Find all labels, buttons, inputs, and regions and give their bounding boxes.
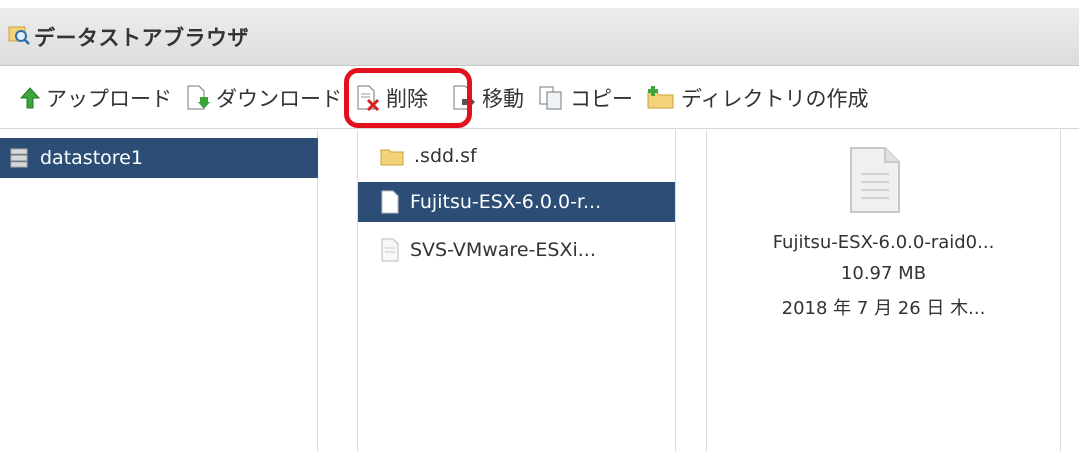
copy-label: コピー xyxy=(570,86,633,111)
file-list: .sdd.sf Fujitsu-ESX-6.0.0-r... SVS-VMwar… xyxy=(357,130,676,452)
datastore-item[interactable]: datastore1 xyxy=(0,138,318,178)
datastore-icon xyxy=(10,148,28,168)
download-icon xyxy=(187,85,210,109)
toolbar: アップロード ダウンロード 削除 移動 コピー ディレクトリの作成 xyxy=(0,67,1079,129)
delete-label: 削除 xyxy=(386,86,428,111)
list-item[interactable]: SVS-VMware-ESXi... xyxy=(358,230,675,270)
preview-file-name: Fujitsu-ESX-6.0.0-raid0... xyxy=(772,232,995,253)
preview-file-date: 2018 年 7 月 26 日 木... xyxy=(781,298,986,319)
file-name: Fujitsu-ESX-6.0.0-r... xyxy=(410,191,602,213)
upload-button[interactable]: アップロード xyxy=(20,78,172,118)
move-file-icon xyxy=(453,85,475,109)
list-item[interactable]: .sdd.sf xyxy=(358,136,675,176)
file-name: .sdd.sf xyxy=(414,145,477,167)
list-item[interactable]: Fujitsu-ESX-6.0.0-r... xyxy=(358,182,675,222)
preview-pane: Fujitsu-ESX-6.0.0-raid0... 10.97 MB 2018… xyxy=(706,130,1061,452)
file-icon xyxy=(381,238,399,262)
new-folder-icon xyxy=(647,85,674,108)
delete-button[interactable]: 削除 xyxy=(344,67,472,128)
create-directory-label: ディレクトリの作成 xyxy=(681,86,869,111)
document-preview-icon xyxy=(850,147,900,213)
title-bar: データストアブラウザ xyxy=(0,8,1079,66)
window-title: データストアブラウザ xyxy=(34,25,249,50)
datastore-label: datastore1 xyxy=(40,147,143,169)
download-button[interactable]: ダウンロード xyxy=(186,78,342,118)
create-directory-button[interactable]: ディレクトリの作成 xyxy=(647,78,869,118)
copy-icon xyxy=(539,86,562,109)
file-name: SVS-VMware-ESXi... xyxy=(410,239,596,261)
move-label: 移動 xyxy=(482,86,524,111)
upload-arrow-icon xyxy=(20,86,40,108)
datastore-browser-icon xyxy=(8,24,30,50)
copy-button[interactable]: コピー xyxy=(538,78,633,118)
file-icon xyxy=(381,190,399,214)
datastore-list: datastore1 xyxy=(0,130,318,452)
download-label: ダウンロード xyxy=(216,86,342,111)
upload-label: アップロード xyxy=(46,86,172,111)
folder-icon xyxy=(380,149,404,166)
top-strip xyxy=(0,0,1079,8)
preview-file-size: 10.97 MB xyxy=(840,263,927,284)
move-button[interactable]: 移動 xyxy=(452,78,524,118)
delete-file-icon xyxy=(357,85,380,111)
